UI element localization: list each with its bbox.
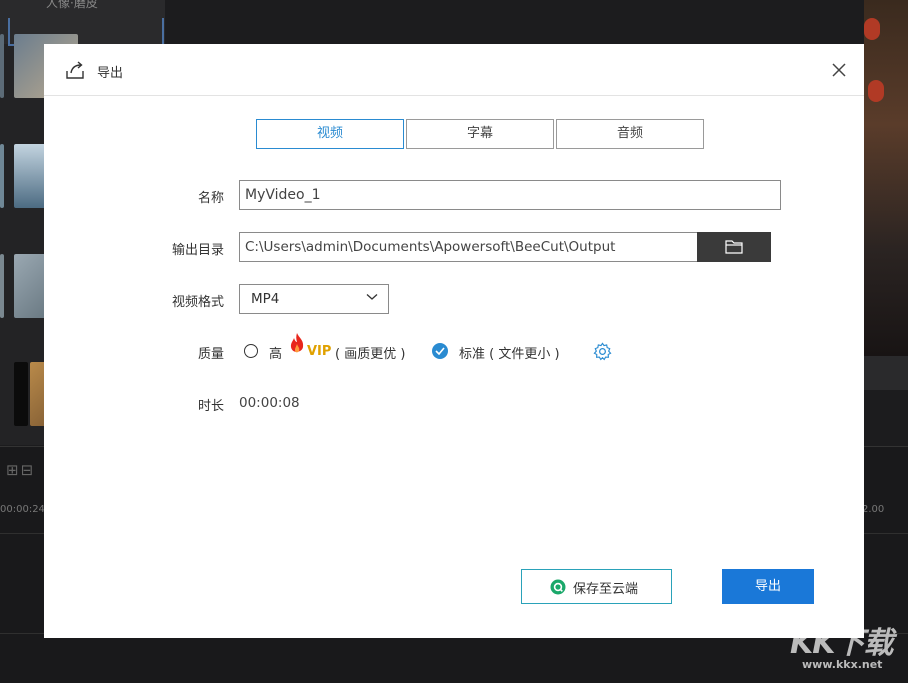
vip-badge: VIP bbox=[307, 344, 332, 359]
output-dir-field[interactable]: C:\Users\admin\Documents\Apowersoft\BeeC… bbox=[239, 232, 703, 262]
close-icon[interactable] bbox=[830, 61, 848, 79]
quality-high-label[interactable]: 高 bbox=[269, 343, 282, 362]
lantern-shape bbox=[864, 18, 880, 40]
duration-label: 时长 bbox=[197, 399, 224, 414]
cloud-save-icon bbox=[550, 579, 566, 595]
timeline-time-right: 2.00 bbox=[862, 504, 885, 515]
export-share-icon bbox=[66, 61, 84, 79]
export-dialog: 导出 视频 字幕 音频 名称 输出目录 C:\Users\admin\Docum… bbox=[44, 44, 864, 638]
vip-flame-icon bbox=[290, 333, 304, 353]
tab-video[interactable]: 视频 bbox=[256, 119, 404, 149]
tab-subtitle[interactable]: 字幕 bbox=[406, 119, 554, 149]
browse-folder-button[interactable] bbox=[697, 232, 771, 262]
save-to-cloud-label: 保存至云端 bbox=[573, 582, 639, 597]
preview-controls-bar bbox=[864, 356, 908, 390]
format-label: 视频格式 bbox=[171, 295, 224, 310]
quality-standard-radio[interactable] bbox=[432, 343, 448, 359]
quality-standard-label[interactable]: 标准 ( 文件更小 ) bbox=[459, 343, 560, 362]
quality-high-desc: ( 画质更优 ) bbox=[335, 347, 406, 362]
lantern-shape bbox=[868, 80, 884, 102]
quality-high-radio[interactable] bbox=[244, 344, 258, 358]
media-thumbnail[interactable] bbox=[14, 362, 28, 426]
tab-audio[interactable]: 音频 bbox=[556, 119, 704, 149]
gear-icon[interactable] bbox=[593, 342, 612, 361]
save-to-cloud-button[interactable]: 保存至云端 bbox=[521, 569, 672, 604]
video-preview bbox=[864, 0, 908, 356]
chevron-down-icon bbox=[366, 294, 378, 300]
watermark-url: www.kkx.net bbox=[802, 658, 883, 671]
media-thumbnail[interactable] bbox=[0, 34, 4, 98]
media-tab-label[interactable]: 人像·磨皮 bbox=[46, 0, 98, 11]
media-thumbnail[interactable] bbox=[0, 254, 4, 318]
name-input[interactable] bbox=[239, 180, 781, 210]
export-button[interactable]: 导出 bbox=[722, 569, 814, 604]
format-select[interactable]: MP4 bbox=[239, 284, 389, 314]
output-dir-label: 输出目录 bbox=[171, 243, 224, 258]
media-thumbnail[interactable] bbox=[0, 144, 4, 208]
dialog-header: 导出 bbox=[44, 44, 864, 96]
folder-icon bbox=[725, 240, 743, 254]
checkmark-icon bbox=[435, 347, 445, 355]
quality-label: 质量 bbox=[197, 347, 224, 362]
format-value: MP4 bbox=[251, 291, 280, 307]
timeline-tool-icons[interactable]: ⊞⊟ bbox=[6, 461, 35, 479]
name-label: 名称 bbox=[197, 191, 224, 206]
dialog-title: 导出 bbox=[97, 66, 124, 81]
duration-value: 00:00:08 bbox=[239, 395, 300, 411]
